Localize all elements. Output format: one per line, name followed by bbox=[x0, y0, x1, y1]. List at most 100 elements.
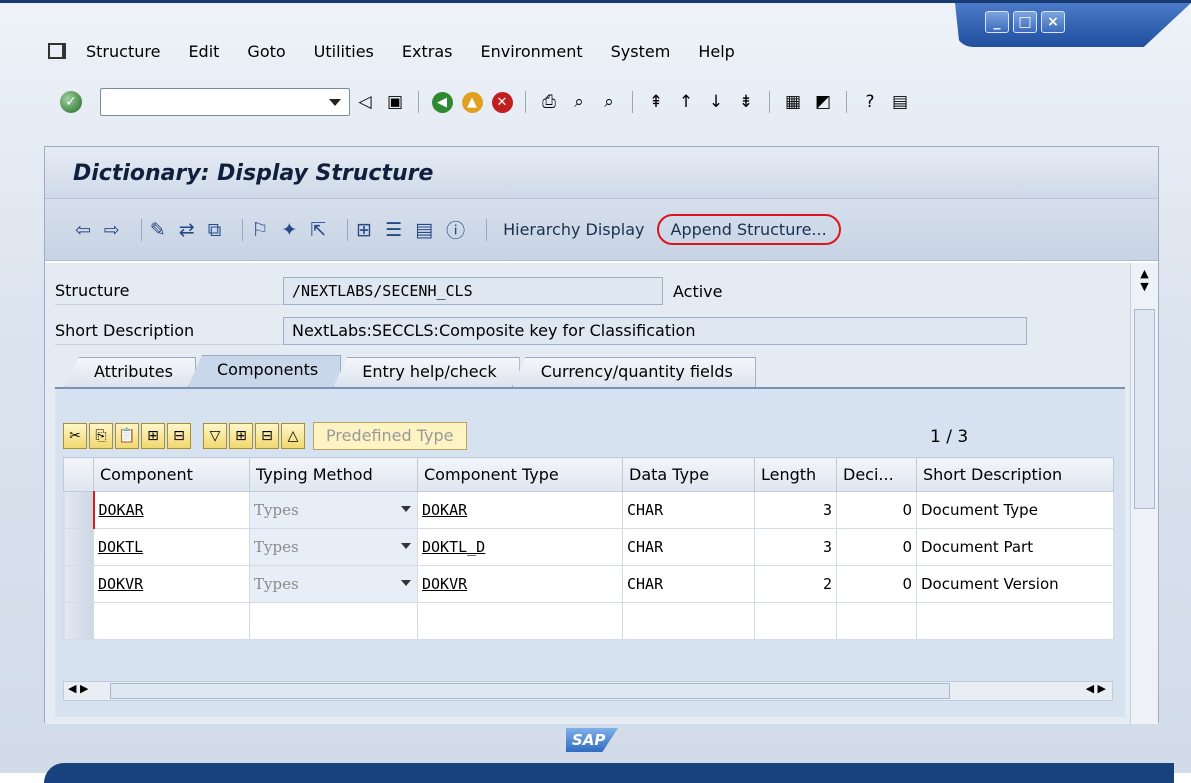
cell-component[interactable]: DOKVR bbox=[93, 565, 250, 603]
object-list-icon[interactable]: ☰ bbox=[385, 219, 402, 241]
hierarchy-icon[interactable]: ⊞ bbox=[356, 219, 372, 241]
row-selector-header[interactable] bbox=[63, 457, 94, 492]
cell-typing-method[interactable]: Types bbox=[249, 528, 418, 566]
menu-exit-icon[interactable] bbox=[48, 43, 66, 59]
menu-environment[interactable]: Environment bbox=[480, 42, 582, 61]
active-inactive-icon[interactable]: ⇄ bbox=[179, 219, 195, 241]
cell-component-type[interactable]: DOKAR bbox=[417, 491, 623, 529]
table-view-icon[interactable]: ▤ bbox=[415, 219, 433, 241]
next-page-icon[interactable]: ↓ bbox=[705, 91, 727, 113]
layout-menu-icon[interactable]: ▤ bbox=[889, 91, 911, 113]
structure-field[interactable]: /NEXTLABS/SECENH_CLS bbox=[283, 277, 663, 305]
close-icon[interactable]: × bbox=[1041, 11, 1065, 33]
cell-empty[interactable] bbox=[622, 602, 755, 640]
row-selector[interactable] bbox=[63, 528, 94, 566]
tab-currency-quantity-fields[interactable]: Currency/quantity fields bbox=[511, 357, 756, 387]
scroll-up-icon[interactable]: ▲ bbox=[1131, 267, 1158, 280]
menu-goto[interactable]: Goto bbox=[247, 42, 285, 61]
chevron-down-icon[interactable] bbox=[401, 543, 411, 549]
col-component-type[interactable]: Component Type bbox=[417, 457, 623, 492]
cut-icon[interactable]: ✂ bbox=[63, 423, 87, 449]
chevron-down-icon[interactable] bbox=[329, 99, 341, 106]
first-page-icon[interactable]: ⇞ bbox=[645, 91, 667, 113]
cell-empty[interactable] bbox=[93, 602, 250, 640]
activate-icon[interactable]: ✦ bbox=[281, 219, 297, 241]
cell-typing-method[interactable]: Types bbox=[249, 491, 418, 529]
find-next-icon[interactable]: ⌕ bbox=[598, 91, 620, 113]
enter-check-icon[interactable]: ✓ bbox=[60, 91, 82, 113]
menu-structure[interactable]: Structure bbox=[86, 42, 160, 61]
chevron-down-icon[interactable] bbox=[401, 506, 411, 512]
row-selector[interactable] bbox=[63, 565, 94, 603]
menu-utilities[interactable]: Utilities bbox=[314, 42, 374, 61]
menu-edit[interactable]: Edit bbox=[188, 42, 219, 61]
find-icon[interactable]: ⌕ bbox=[568, 91, 590, 113]
menu-extras[interactable]: Extras bbox=[402, 42, 453, 61]
back-arrow-icon[interactable]: ⇦ bbox=[75, 219, 91, 241]
row-selector[interactable] bbox=[63, 602, 94, 640]
info-icon[interactable]: ⓘ bbox=[446, 216, 465, 243]
help-icon[interactable]: ? bbox=[859, 91, 881, 113]
hierarchy-display-button[interactable]: Hierarchy Display bbox=[503, 220, 644, 239]
cell-empty[interactable] bbox=[417, 602, 623, 640]
check-icon[interactable]: ⚐ bbox=[251, 219, 268, 241]
forward-arrow-icon[interactable]: ⇨ bbox=[104, 219, 120, 241]
scroll-thumb[interactable] bbox=[1134, 309, 1155, 509]
cell-empty[interactable] bbox=[916, 602, 1114, 640]
filter-icon[interactable]: ▽ bbox=[203, 423, 227, 449]
paste-icon[interactable]: 📋 bbox=[115, 423, 139, 449]
command-field[interactable] bbox=[100, 88, 350, 116]
back-icon[interactable]: ◀ bbox=[431, 91, 453, 113]
col-decimals[interactable]: Deci... bbox=[836, 457, 917, 492]
collapse-icon[interactable]: ⊟ bbox=[255, 423, 279, 449]
maximize-icon[interactable]: □ bbox=[1013, 11, 1037, 33]
row-selector[interactable] bbox=[63, 491, 94, 529]
expand-icon[interactable]: ⊞ bbox=[229, 423, 253, 449]
col-typing-method[interactable]: Typing Method bbox=[249, 457, 418, 492]
col-short-description[interactable]: Short Description bbox=[916, 457, 1114, 492]
cell-component-type[interactable]: DOKTL_D bbox=[417, 528, 623, 566]
scroll-thumb[interactable] bbox=[110, 683, 950, 699]
cell-empty[interactable] bbox=[249, 602, 418, 640]
menu-system[interactable]: System bbox=[611, 42, 671, 61]
save-icon[interactable]: ▣ bbox=[384, 91, 406, 113]
tab-components[interactable]: Components bbox=[187, 355, 342, 387]
cell-component[interactable]: DOKAR bbox=[92, 491, 250, 529]
minimize-icon[interactable]: _ bbox=[985, 11, 1009, 33]
where-used-icon[interactable]: ⇱ bbox=[310, 219, 326, 241]
scroll-down-icon[interactable]: ▼ bbox=[1131, 280, 1158, 293]
cell-component[interactable]: DOKTL bbox=[93, 528, 250, 566]
chevron-down-icon[interactable] bbox=[401, 580, 411, 586]
delete-row-icon[interactable]: ⊟ bbox=[167, 423, 191, 449]
horizontal-scrollbar[interactable]: ◀ ▶ ◀ ▶ bbox=[63, 681, 1113, 701]
shortcut-icon[interactable]: ◩ bbox=[812, 91, 834, 113]
col-component[interactable]: Component bbox=[93, 457, 250, 492]
print-icon[interactable]: ⎙ bbox=[538, 91, 560, 113]
cell-component-type[interactable]: DOKVR bbox=[417, 565, 623, 603]
new-session-icon[interactable]: ▦ bbox=[782, 91, 804, 113]
col-length[interactable]: Length bbox=[754, 457, 837, 492]
last-page-icon[interactable]: ⇟ bbox=[735, 91, 757, 113]
other-object-icon[interactable]: ⧉ bbox=[208, 219, 222, 241]
cell-empty[interactable] bbox=[836, 602, 917, 640]
insert-row-icon[interactable]: ⊞ bbox=[141, 423, 165, 449]
scroll-right-icon[interactable]: ◀ ▶ bbox=[1086, 682, 1106, 695]
append-structure-button[interactable]: Append Structure... bbox=[656, 214, 841, 245]
tab-entry-help-check[interactable]: Entry help/check bbox=[333, 357, 520, 387]
copy-icon[interactable]: ⎘ bbox=[89, 423, 113, 449]
vertical-scrollbar[interactable]: ▲ ▼ bbox=[1130, 263, 1158, 724]
display-change-icon[interactable]: ✎ bbox=[150, 219, 166, 241]
col-data-type[interactable]: Data Type bbox=[622, 457, 755, 492]
predefined-type-button[interactable]: Predefined Type bbox=[313, 422, 467, 450]
short-description-field[interactable]: NextLabs:SECCLS:Composite key for Classi… bbox=[283, 317, 1027, 345]
cancel-icon[interactable]: ✕ bbox=[491, 91, 513, 113]
cell-typing-method[interactable]: Types bbox=[249, 565, 418, 603]
scroll-left-icon[interactable]: ◀ ▶ bbox=[68, 682, 88, 695]
cell-empty[interactable] bbox=[754, 602, 837, 640]
back-triangle-icon[interactable]: ◁ bbox=[354, 91, 376, 113]
previous-page-icon[interactable]: ↑ bbox=[675, 91, 697, 113]
exit-icon[interactable]: ▲ bbox=[461, 91, 483, 113]
sort-icon[interactable]: △ bbox=[281, 423, 305, 449]
menu-help[interactable]: Help bbox=[698, 42, 734, 61]
tab-attributes[interactable]: Attributes bbox=[65, 357, 196, 387]
